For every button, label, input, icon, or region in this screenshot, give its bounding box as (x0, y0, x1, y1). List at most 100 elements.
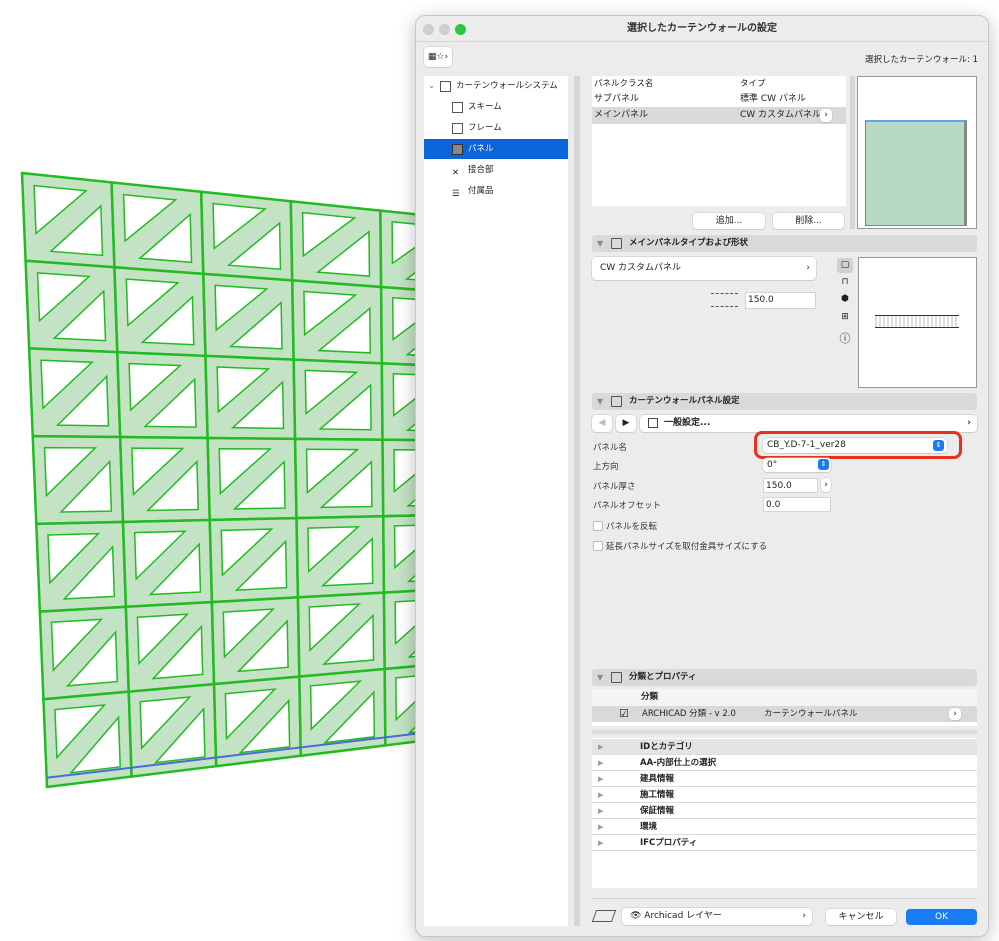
panel-settings-icon (611, 396, 622, 407)
expand-triangle-icon: ▶ (598, 823, 604, 831)
property-group-row[interactable]: ▶ 施工情報 (592, 787, 977, 803)
section-title: カーテンウォールパネル設定 (629, 396, 740, 406)
panel-offset-label: パネルオフセット (593, 501, 662, 511)
panel-thickness-label: パネル厚さ (593, 482, 636, 492)
favorites-star-icon: ▦☆› (427, 52, 449, 62)
sidebar: ⌄ カーテンウォールシステム スキーム フレーム パネル ✕ 接合部 ☰ 付属品 (424, 76, 568, 926)
dialog-title: 選択したカーテンウォールの設定 (416, 16, 988, 42)
classification-value: カーテンウォールパネル (764, 709, 858, 719)
classification-row[interactable]: ☑ ARCHICAD 分類 - v 2.0 カーテンウォールパネル › (592, 706, 977, 722)
layer-value: Archicad レイヤー (644, 911, 722, 921)
next-page-button[interactable]: ▶ (616, 415, 636, 432)
panel-preview-shape (865, 120, 967, 226)
up-direction-label: 上方向 (593, 462, 619, 472)
classification-section-header[interactable]: ▼ 分類とプロパティ (592, 669, 977, 686)
row-detail-button[interactable]: › (820, 109, 832, 122)
chevron-right-icon: › (802, 911, 806, 921)
classification-system: ARCHICAD 分類 - v 2.0 (642, 709, 736, 719)
extend-panel-checkbox[interactable] (593, 541, 603, 551)
cw-panel-settings-section-header[interactable]: ▼ カーテンウォールパネル設定 (592, 393, 977, 410)
sidebar-item-curtain-wall-system[interactable]: ⌄ カーテンウォールシステム (424, 76, 568, 96)
extend-panel-label: 延長パネルサイズを取付金具サイズにする (606, 542, 768, 552)
property-group-row[interactable]: ▶ IFCプロパティ (592, 835, 977, 851)
sidebar-item-panel[interactable]: パネル (424, 139, 568, 159)
checkbox-checked-icon[interactable]: ☑ (619, 706, 629, 722)
layer-icon (591, 910, 617, 922)
page-icon (648, 418, 658, 428)
flip-panel-checkbox[interactable] (593, 521, 603, 531)
frame-icon (452, 123, 463, 134)
sidebar-item-junction[interactable]: ✕ 接合部 (424, 160, 568, 180)
property-group-row[interactable]: ▶ IDとカテゴリ (592, 739, 977, 755)
collapse-triangle-icon: ▼ (597, 673, 604, 682)
thickness-icon (711, 293, 738, 307)
zoom-button[interactable] (455, 24, 466, 35)
property-group-label: AA-内部仕上の選択 (640, 758, 717, 768)
add-button[interactable]: 追加... (693, 213, 765, 229)
row-type: 標準 CW パネル (740, 94, 806, 104)
delete-button[interactable]: 削除... (773, 213, 844, 229)
panel-offset-field[interactable]: 0.0 (763, 497, 831, 512)
chevron-down-icon: ⌄ (428, 81, 436, 91)
sidebar-item-frame[interactable]: フレーム (424, 118, 568, 138)
section-title: メインパネルタイプおよび形状 (629, 238, 749, 248)
column-header: パネルクラス名 (594, 79, 654, 89)
sidebar-item-label: 接合部 (468, 165, 494, 175)
splitter[interactable] (574, 76, 580, 926)
junction-icon: ✕ (452, 168, 460, 178)
thickness-link-button[interactable]: › (821, 478, 831, 492)
sidebar-item-scheme[interactable]: スキーム (424, 97, 568, 117)
page-selector[interactable]: 一般設定... › (640, 415, 977, 432)
panel-class-table: パネルクラス名 タイプ サブパネル 標準 CW パネル メインパネル CW カスタム… (592, 76, 846, 206)
expand-triangle-icon: ▶ (598, 807, 604, 815)
property-group-row[interactable]: ▶ 保証情報 (592, 803, 977, 819)
main-panel-section-header[interactable]: ▼ メインパネルタイプおよび形状 (592, 235, 977, 252)
minimize-button[interactable] (439, 24, 450, 35)
sidebar-item-label: 付属品 (468, 186, 494, 196)
property-group-label: 環境 (640, 822, 658, 832)
property-group-row[interactable]: ▶ 建具情報 (592, 771, 977, 787)
panel-type-dropdown[interactable]: CW カスタムパネル › (592, 257, 816, 280)
chevron-right-icon: › (967, 418, 971, 428)
3d-view-button[interactable]: ⬢ (837, 294, 853, 304)
ok-button[interactable]: OK (906, 909, 977, 925)
divider (592, 898, 977, 899)
table-row[interactable]: サブパネル 標準 CW パネル (592, 91, 846, 107)
table-overflow (592, 722, 977, 726)
property-group-row[interactable]: ▶ AA-内部仕上の選択 (592, 755, 977, 771)
sidebar-item-label: フレーム (468, 123, 502, 133)
close-button[interactable] (423, 24, 434, 35)
plan-view-button[interactable]: ▢ (837, 258, 853, 273)
flip-panel-label: パネルを反転 (606, 522, 658, 532)
layer-dropdown[interactable]: 👁︎ Archicad レイヤー › (622, 908, 812, 925)
favorites-button[interactable]: ▦☆› (424, 47, 452, 67)
prev-page-button[interactable]: ◀ (592, 415, 612, 432)
panel-type-value: CW カスタムパネル (600, 263, 682, 273)
table-row-selected[interactable]: メインパネル CW カスタムパネル › (592, 107, 846, 124)
property-group-label: IFCプロパティ (640, 838, 698, 848)
elevation-view-button[interactable]: ⊞ (837, 312, 853, 322)
info-icon[interactable]: ⓘ (837, 330, 853, 346)
column-header: タイプ (740, 79, 766, 89)
accessory-icon: ☰ (452, 189, 460, 199)
up-direction-select[interactable]: 0° ⇕ (763, 458, 831, 472)
sidebar-item-accessory[interactable]: ☰ 付属品 (424, 181, 568, 201)
section-preview (858, 257, 977, 388)
panel-name-select[interactable]: CB_Y.D-7-1_ver28 ⇕ (763, 438, 947, 453)
cancel-button[interactable]: キャンセル (826, 909, 896, 925)
panel-thickness-field[interactable]: 150.0 (763, 478, 818, 493)
section-view-button[interactable]: ⊓ (837, 277, 853, 287)
panel-shape-icon (611, 238, 622, 249)
splitter[interactable] (592, 730, 977, 734)
row-type: CW カスタムパネル (740, 110, 822, 120)
classification-header: 分類 (592, 689, 977, 706)
classification-detail-button[interactable]: › (949, 708, 961, 720)
property-group-row[interactable]: ▶ 環境 (592, 819, 977, 835)
row-name: メインパネル (594, 110, 649, 120)
expand-triangle-icon: ▶ (598, 775, 604, 783)
selected-count: 選択したカーテンウォール: 1 (865, 55, 978, 65)
section-title: 分類とプロパティ (629, 672, 697, 682)
panel-thickness-input[interactable]: 150.0 (745, 292, 816, 309)
scrollbar[interactable] (850, 76, 855, 229)
chevron-right-icon: › (806, 263, 810, 273)
